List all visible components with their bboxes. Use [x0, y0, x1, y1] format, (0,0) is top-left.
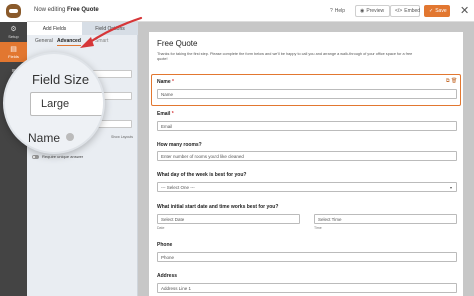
help-icon: ? — [330, 8, 333, 14]
name-field-label: Name * — [157, 79, 174, 85]
fields-icon: ▤ — [10, 45, 17, 53]
duplicate-icon[interactable]: ⧉ — [446, 78, 450, 84]
title-prefix: Now editing — [34, 7, 66, 13]
sidebar-item-label: Setup — [8, 33, 19, 39]
require-unique-toggle[interactable] — [32, 155, 39, 159]
field-size-dropdown[interactable]: Large — [30, 92, 103, 116]
embed-label: Embed — [404, 8, 421, 14]
placeholder-text: Select Date — [161, 217, 185, 222]
form-title: Free Quote — [157, 39, 198, 48]
embed-button[interactable]: </> Embed — [390, 5, 420, 17]
bear-logo-icon — [6, 4, 21, 18]
tab-add-fields[interactable]: Add Fields — [27, 22, 82, 35]
preview-label: Preview — [366, 8, 385, 14]
placeholder-text: --- Select One --- — [161, 185, 195, 190]
help-button[interactable]: ? Help — [326, 5, 349, 17]
email-field-label: Email * — [157, 111, 174, 117]
field-size-value: Large — [41, 98, 70, 110]
day-field-label: What day of the week is best for you? — [157, 172, 247, 178]
placeholder-text: Phone — [161, 255, 175, 260]
help-circle-icon — [66, 133, 74, 141]
placeholder-text: Select Time — [318, 217, 342, 222]
preview-button[interactable]: ◉ Preview — [355, 5, 390, 17]
address-input[interactable]: Address Line 1 — [157, 283, 457, 293]
name-label-zoomed: Name — [28, 131, 61, 145]
save-label: Save — [435, 8, 447, 14]
chevron-down-icon: ▾ — [449, 185, 452, 190]
trash-icon[interactable]: 🗑 — [451, 78, 457, 84]
form-description: Thanks for taking the first step. Please… — [157, 52, 413, 61]
phone-input[interactable]: Phone — [157, 252, 457, 262]
time-input[interactable]: Select Time — [314, 214, 457, 224]
eye-icon: ◉ — [360, 8, 365, 14]
save-button[interactable]: ✓ Save — [424, 5, 450, 17]
annotation-arrow — [80, 16, 143, 48]
rooms-input[interactable]: Enter number of rooms you'd like cleaned — [157, 151, 457, 161]
day-select[interactable]: --- Select One --- ▾ — [157, 182, 457, 192]
field-actions: ⧉ 🗑 — [446, 78, 457, 84]
email-input[interactable]: Email — [157, 121, 457, 131]
sidebar-item-setup[interactable]: ⚙ Setup — [0, 22, 27, 42]
close-icon[interactable]: ✕ — [460, 4, 469, 17]
wpforms-logo — [0, 0, 27, 22]
address-field-label: Address — [157, 273, 178, 279]
gear-icon: ⚙ — [10, 25, 17, 33]
label-text: Name — [157, 79, 171, 85]
date-sublabel: Date — [157, 226, 165, 230]
check-icon: ✓ — [429, 8, 434, 14]
subtab-general[interactable]: General — [35, 38, 53, 44]
required-marker: * — [171, 111, 174, 117]
code-icon: </> — [395, 8, 403, 14]
zoom-magnifier: Field Size Large Name — [3, 52, 105, 154]
sidebar-item-fields[interactable]: ▤ Fields — [0, 42, 27, 62]
form-preview-area: Free Quote Thanks for taking the first s… — [138, 22, 474, 296]
name-input[interactable]: Name — [157, 89, 457, 99]
datetime-field-label: What initial start date and time works b… — [157, 204, 279, 210]
time-sublabel: Time — [314, 226, 322, 230]
placeholder-text: Enter number of rooms you'd like cleaned — [161, 154, 244, 159]
placeholder-text: Name — [161, 92, 174, 97]
top-bar: Now editing Free Quote ? Help ◉ Preview … — [0, 0, 474, 22]
tab-label: Add Fields — [42, 25, 67, 32]
sidebar-item-label: Fields — [8, 53, 19, 59]
placeholder-text: Address Line 1 — [161, 286, 192, 291]
form-name: Free Quote — [67, 7, 99, 13]
help-label: Help — [334, 8, 346, 14]
date-input[interactable]: Select Date — [157, 214, 300, 224]
placeholder-text: Email — [161, 124, 173, 129]
form-canvas: Free Quote Thanks for taking the first s… — [149, 32, 463, 296]
require-unique-label: Require unique answer — [42, 154, 84, 159]
page-title: Now editing Free Quote — [34, 7, 99, 13]
label-text: Email — [157, 111, 171, 117]
field-size-label: Field Size — [32, 72, 90, 87]
required-marker: * — [172, 79, 174, 85]
rooms-field-label: How many rooms? — [157, 142, 202, 148]
phone-field-label: Phone — [157, 242, 173, 248]
show-layouts-link[interactable]: Show Layouts — [111, 135, 133, 139]
